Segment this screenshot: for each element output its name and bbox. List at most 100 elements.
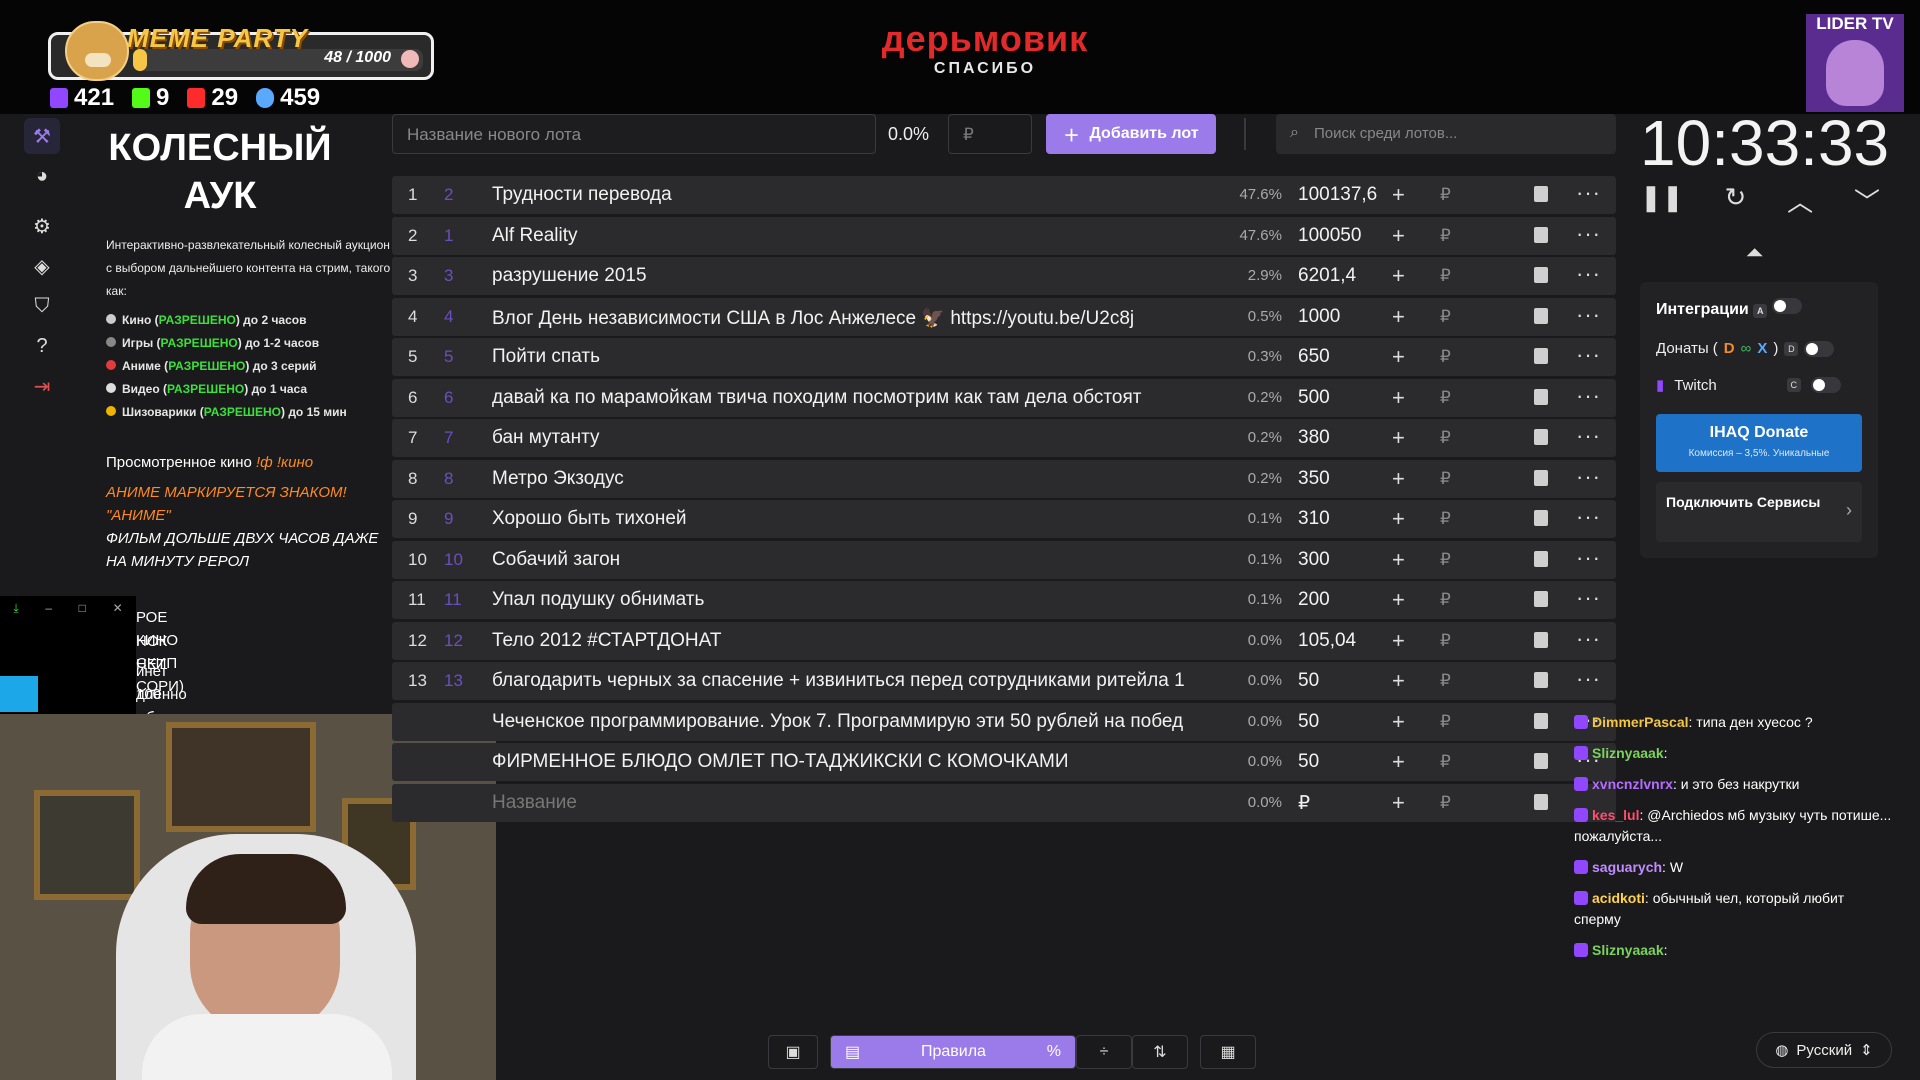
more-icon[interactable]: ··· <box>1576 180 1601 206</box>
trash-icon[interactable] <box>1534 388 1548 405</box>
plus-icon[interactable]: + <box>1392 628 1405 654</box>
help-icon[interactable]: ? <box>24 328 60 364</box>
more-icon[interactable]: ··· <box>1576 383 1601 409</box>
more-icon[interactable]: ··· <box>1576 666 1601 692</box>
more-icon[interactable]: ··· <box>1576 221 1601 247</box>
lot-amount-input[interactable]: ₽ <box>1298 792 1378 815</box>
lot-amount-input[interactable]: 50 <box>1298 711 1378 733</box>
plus-icon[interactable]: + <box>1392 385 1405 411</box>
lot-row[interactable]: 12 12 Тело 2012 #СТАРТДОНАТ 0.0% 105,04 + ₽ ··· <box>392 621 1616 660</box>
lot-amount-input[interactable]: 500 <box>1298 387 1378 409</box>
lot-name-input[interactable]: Хорошо быть тихоней <box>492 508 1212 530</box>
plus-icon[interactable]: + <box>1392 344 1405 370</box>
trash-icon[interactable] <box>1534 429 1548 445</box>
plus-icon[interactable]: + <box>1392 425 1405 451</box>
logout-icon[interactable]: ⇥ <box>24 368 60 404</box>
more-icon[interactable]: ··· <box>1576 585 1601 611</box>
trash-icon[interactable] <box>1534 712 1548 729</box>
chevron-up-icon[interactable]: ︿ <box>1787 182 1813 219</box>
minimize-icon[interactable]: – <box>45 601 52 615</box>
pause-icon[interactable]: ❚❚ <box>1640 182 1684 219</box>
lot-name-input[interactable]: Чеченское программирование. Урок 7. Прог… <box>492 711 1212 733</box>
lot-amount-input[interactable]: 310 <box>1298 508 1378 530</box>
language-selector[interactable]: ◍ Русский ⇕ <box>1756 1032 1892 1068</box>
sort-button[interactable]: ⇅ <box>1132 1035 1188 1069</box>
more-icon[interactable]: ··· <box>1576 504 1601 530</box>
lot-amount-input[interactable]: 100050 <box>1298 225 1378 247</box>
lot-amount-input[interactable]: 350 <box>1298 468 1378 490</box>
lot-name-input[interactable]: бан мутанту <box>492 427 1212 449</box>
wheel-icon[interactable]: ◕ <box>24 158 60 194</box>
lot-name-input[interactable]: разрушение 2015 <box>492 265 1212 287</box>
lot-search-input[interactable]: ⌕ Поиск среди лотов... <box>1276 114 1616 154</box>
lot-amount-input[interactable]: 50 <box>1298 751 1378 773</box>
lot-row[interactable]: 11 11 Упал подушку обнимать 0.1% 200 + ₽ ··· <box>392 581 1616 619</box>
plus-icon[interactable]: + <box>1392 709 1405 735</box>
trash-icon[interactable] <box>1534 307 1548 324</box>
more-icon[interactable]: ··· <box>1576 302 1601 328</box>
lot-amount-input[interactable]: 6201,4 <box>1298 265 1378 287</box>
trash-icon[interactable] <box>1534 591 1548 607</box>
lot-row[interactable]: 9 9 Хорошо быть тихоней 0.1% 310 + ₽ ··· <box>392 500 1616 538</box>
integrations-toggle[interactable] <box>1771 298 1802 314</box>
more-icon[interactable]: ··· <box>1576 261 1601 287</box>
more-icon[interactable]: ··· <box>1576 342 1601 368</box>
plus-icon[interactable]: + <box>1392 223 1405 249</box>
lot-amount-input[interactable]: 380 <box>1298 427 1378 449</box>
lot-amount-input[interactable]: 650 <box>1298 346 1378 368</box>
lot-row[interactable]: 5 5 Пойти спать 0.3% 650 + ₽ ··· <box>392 338 1616 376</box>
trash-icon[interactable] <box>1534 469 1548 486</box>
trash-icon[interactable] <box>1534 186 1548 202</box>
donates-toggle[interactable] <box>1804 340 1835 357</box>
close-icon[interactable]: ✕ <box>113 601 123 615</box>
trash-icon[interactable] <box>1534 226 1548 243</box>
clear-button[interactable]: ▦ <box>1200 1035 1256 1069</box>
trash-icon[interactable] <box>1534 267 1548 283</box>
trash-icon[interactable] <box>1534 793 1548 810</box>
trash-icon[interactable] <box>1534 753 1548 769</box>
plus-icon[interactable]: + <box>1392 668 1405 694</box>
plus-icon[interactable]: + <box>1392 749 1405 775</box>
layers-icon[interactable]: ◈ <box>24 248 60 284</box>
lot-name-input[interactable]: благодарить черных за спасение + извинит… <box>492 670 1212 692</box>
lot-amount-input[interactable]: 1000 <box>1298 306 1378 328</box>
trash-icon[interactable] <box>1534 672 1548 688</box>
lot-name-input[interactable]: давай ка по марамойкам твича походим пос… <box>492 387 1212 409</box>
shield-icon[interactable]: ⛉ <box>24 288 60 324</box>
lot-row[interactable]: 1 2 Трудности перевода 47.6% 100137,6 + ₽ ··· <box>392 176 1616 214</box>
more-icon[interactable]: ··· <box>1576 626 1601 652</box>
add-lot-button[interactable]: ＋ Добавить лот <box>1046 114 1216 154</box>
gear-icon[interactable]: ⚙ <box>24 208 60 244</box>
maximize-icon[interactable]: □ <box>79 601 86 615</box>
lot-row[interactable]: 4 4 Влог День независимости США в Лос Анже… <box>392 297 1616 336</box>
lot-row[interactable]: 7 7 бан мутанту 0.2% 380 + ₽ ··· <box>392 419 1616 457</box>
lot-name-input[interactable]: Трудности перевода <box>492 184 1212 206</box>
auction-hammer-icon[interactable]: ⚒ <box>24 118 60 154</box>
lot-name-input[interactable]: Название <box>492 792 1212 814</box>
ihaq-donate-button[interactable]: IHAQ Donate Комиссия – 3,5%. Уникальные <box>1656 414 1862 472</box>
collapse-icon[interactable]: ⏶ <box>1746 240 1764 266</box>
trash-icon[interactable] <box>1534 550 1548 567</box>
plus-icon[interactable]: + <box>1392 587 1405 613</box>
lot-amount-input[interactable]: 105,04 <box>1298 630 1378 652</box>
plus-icon[interactable]: + <box>1392 182 1405 208</box>
twitch-toggle[interactable] <box>1810 377 1841 393</box>
more-icon[interactable]: ··· <box>1576 545 1601 571</box>
connect-services-button[interactable]: Подключить Сервисы › <box>1656 482 1862 542</box>
percent-icon[interactable]: % <box>1047 1043 1061 1061</box>
plus-icon[interactable]: + <box>1392 304 1405 330</box>
save-button[interactable]: ▣ <box>768 1035 818 1069</box>
lot-name-input[interactable]: Тело 2012 #СТАРТДОНАТ <box>492 630 1212 652</box>
trash-icon[interactable] <box>1534 631 1548 648</box>
new-lot-amount-input[interactable]: ₽ <box>948 114 1032 154</box>
plus-icon[interactable]: + <box>1392 790 1405 816</box>
lot-row[interactable]: 13 13 благодарить черных за спасение + изв… <box>392 662 1616 700</box>
plus-icon[interactable]: + <box>1392 506 1405 532</box>
lot-amount-input[interactable]: 50 <box>1298 670 1378 692</box>
lot-amount-input[interactable]: 100137,6 <box>1298 184 1378 206</box>
lot-name-input[interactable]: Влог День независимости США в Лос Анжеле… <box>492 306 1212 330</box>
rules-button[interactable]: ▤ Правила % <box>830 1035 1076 1069</box>
lot-row[interactable]: Название 0.0% ₽ + ₽ <box>392 783 1616 822</box>
lot-name-input[interactable]: Упал подушку обнимать <box>492 589 1212 611</box>
lot-name-input[interactable]: Собачий загон <box>492 549 1212 571</box>
